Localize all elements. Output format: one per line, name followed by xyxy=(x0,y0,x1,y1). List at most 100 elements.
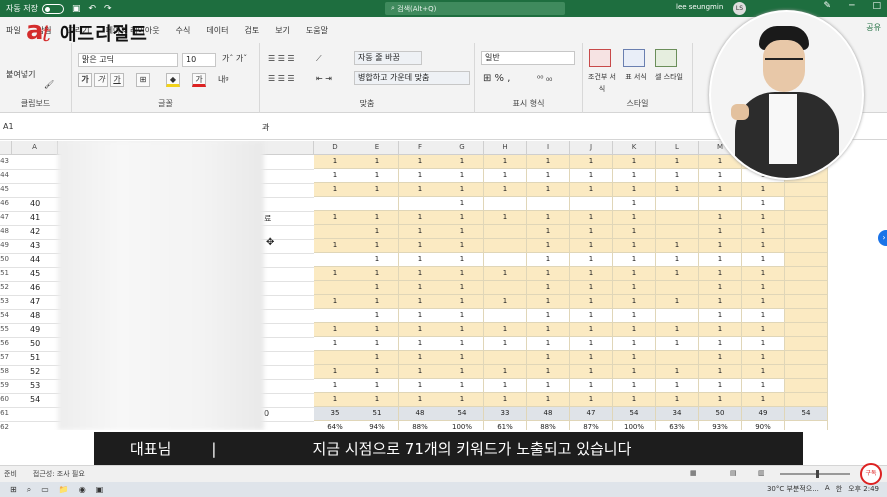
data-cell[interactable]: 1 xyxy=(742,183,785,197)
row-header[interactable]: 46 xyxy=(0,199,10,207)
data-cell[interactable]: 1 xyxy=(527,365,570,379)
data-cell[interactable]: 1 xyxy=(699,337,742,351)
grow-font-icon[interactable]: 가ˆ 가ˇ xyxy=(222,53,247,65)
taskbar-search-icon[interactable]: ⌕ xyxy=(27,485,31,495)
data-cell[interactable]: 1 xyxy=(613,155,656,169)
data-cell[interactable]: 1 xyxy=(527,379,570,393)
total-cell[interactable]: 54 xyxy=(785,407,828,421)
data-cell[interactable]: 1 xyxy=(699,295,742,309)
indent-icon[interactable]: ⇤ ⇥ xyxy=(316,73,332,85)
data-cell[interactable]: 1 xyxy=(314,267,357,281)
percent-cell[interactable]: 94% xyxy=(356,421,399,430)
data-cell[interactable]: 1 xyxy=(570,211,613,225)
data-cell[interactable]: 1 xyxy=(570,365,613,379)
accessibility-status[interactable]: 접근성: 조사 필요 xyxy=(33,469,85,479)
data-cell[interactable]: 1 xyxy=(527,225,570,239)
data-cell[interactable] xyxy=(785,379,828,393)
data-cell[interactable]: 1 xyxy=(527,351,570,365)
tab-file[interactable]: 파일 xyxy=(6,25,21,36)
data-cell[interactable]: 1 xyxy=(656,379,699,393)
data-cell[interactable]: 1 xyxy=(570,309,613,323)
data-cell[interactable]: 1 xyxy=(399,253,442,267)
data-cell[interactable] xyxy=(314,197,357,211)
data-cell[interactable]: 1 xyxy=(570,281,613,295)
data-cell[interactable]: 1 xyxy=(699,225,742,239)
data-cell[interactable]: 1 xyxy=(356,253,399,267)
data-cell[interactable]: 1 xyxy=(656,169,699,183)
data-cell[interactable]: 1 xyxy=(484,183,527,197)
data-cell[interactable] xyxy=(656,309,699,323)
data-cell[interactable] xyxy=(656,225,699,239)
data-cell[interactable]: 1 xyxy=(399,351,442,365)
data-cell[interactable]: 1 xyxy=(441,379,484,393)
data-cell[interactable] xyxy=(314,351,357,365)
data-cell[interactable]: 1 xyxy=(314,183,357,197)
column-header-k[interactable]: K xyxy=(613,141,656,155)
data-cell[interactable]: 1 xyxy=(399,169,442,183)
data-cell[interactable]: 1 xyxy=(356,351,399,365)
row-header[interactable]: 54 xyxy=(0,311,10,319)
data-cell[interactable]: 1 xyxy=(441,295,484,309)
maximize-icon[interactable]: □ xyxy=(872,1,881,11)
data-cell[interactable]: 1 xyxy=(527,309,570,323)
data-cell[interactable]: 1 xyxy=(742,393,785,407)
data-cell[interactable] xyxy=(656,351,699,365)
data-cell[interactable]: 1 xyxy=(356,155,399,169)
data-cell[interactable]: 1 xyxy=(613,183,656,197)
data-cell[interactable]: 1 xyxy=(742,211,785,225)
data-cell[interactable]: 1 xyxy=(399,211,442,225)
excel-icon[interactable]: ▣ xyxy=(96,485,104,494)
data-cell[interactable]: 1 xyxy=(399,365,442,379)
data-cell[interactable]: 1 xyxy=(356,183,399,197)
data-cell[interactable] xyxy=(484,281,527,295)
total-cell[interactable]: 54 xyxy=(441,407,484,421)
data-cell[interactable]: 1 xyxy=(399,239,442,253)
data-cell[interactable]: 1 xyxy=(742,351,785,365)
data-cell[interactable]: 1 xyxy=(399,379,442,393)
data-cell[interactable] xyxy=(785,337,828,351)
row-header[interactable]: 59 xyxy=(0,381,10,389)
data-cell[interactable]: 1 xyxy=(613,379,656,393)
data-cell[interactable] xyxy=(785,267,828,281)
percent-cell[interactable]: 64% xyxy=(314,421,357,430)
data-cell[interactable]: 1 xyxy=(441,183,484,197)
page-layout-icon[interactable]: ▤ xyxy=(730,469,737,477)
row-header[interactable]: 50 xyxy=(0,255,10,263)
data-cell[interactable]: 1 xyxy=(656,267,699,281)
data-cell[interactable] xyxy=(785,197,828,211)
data-cell[interactable]: 1 xyxy=(613,267,656,281)
data-cell[interactable]: 1 xyxy=(356,393,399,407)
data-cell[interactable]: 1 xyxy=(356,267,399,281)
data-cell[interactable]: 1 xyxy=(699,239,742,253)
align-top-icon[interactable]: ☰ ☰ ☰ xyxy=(268,53,295,65)
data-cell[interactable] xyxy=(314,225,357,239)
language-indicator[interactable]: 한 xyxy=(836,484,842,494)
data-cell[interactable]: 1 xyxy=(399,309,442,323)
data-cell[interactable]: 1 xyxy=(699,323,742,337)
tab-review[interactable]: 검토 xyxy=(244,25,259,36)
data-cell[interactable]: 1 xyxy=(441,225,484,239)
total-cell[interactable]: 48 xyxy=(399,407,442,421)
avatar[interactable]: LS xyxy=(733,2,746,15)
row-header[interactable]: 55 xyxy=(0,325,10,333)
data-cell[interactable] xyxy=(785,253,828,267)
data-cell[interactable] xyxy=(656,197,699,211)
data-cell[interactable]: 1 xyxy=(613,281,656,295)
data-cell[interactable]: 1 xyxy=(399,183,442,197)
data-cell[interactable]: 1 xyxy=(742,309,785,323)
data-cell[interactable]: 1 xyxy=(484,379,527,393)
cell-a[interactable]: 45 xyxy=(30,269,50,278)
page-break-icon[interactable]: ▥ xyxy=(758,469,765,477)
cell-text[interactable]: 료 xyxy=(264,213,284,224)
data-cell[interactable]: 1 xyxy=(570,379,613,393)
percent-cell[interactable] xyxy=(785,421,828,430)
data-cell[interactable]: 1 xyxy=(356,379,399,393)
user-name[interactable]: lee seungmin xyxy=(676,3,723,11)
formula-input[interactable]: 과 xyxy=(262,122,269,133)
decimal-icon[interactable]: ⁰⁰ ₀₀ xyxy=(537,73,552,85)
cell-a[interactable]: 50 xyxy=(30,339,50,348)
data-cell[interactable]: 1 xyxy=(484,393,527,407)
cell-a[interactable]: 47 xyxy=(30,297,50,306)
data-cell[interactable]: 1 xyxy=(742,225,785,239)
data-cell[interactable] xyxy=(785,239,828,253)
